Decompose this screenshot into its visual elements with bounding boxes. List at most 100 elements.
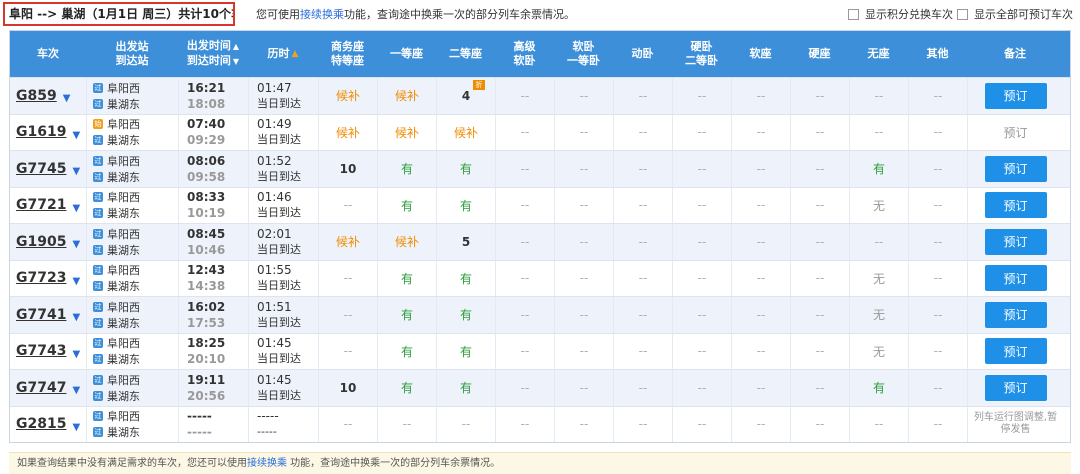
header-arr-time[interactable]: 到达时间 ▼ <box>187 54 239 69</box>
chevron-down-icon[interactable]: ▼ <box>72 276 80 287</box>
seat-cell: 有 <box>377 151 436 187</box>
show-all-option[interactable]: 显示全部可预订车次 <box>957 6 1073 22</box>
seat-availability: -- <box>697 161 707 176</box>
seat-availability[interactable]: 候补 <box>336 124 360 141</box>
seat-cell: -- <box>672 114 731 150</box>
table-row: G7741 ▼ 过阜阳西 过巢湖东 16:02 17:53 01:51 当日到达… <box>10 296 1070 333</box>
book-button[interactable]: 预订 <box>984 374 1047 401</box>
train-number-link[interactable]: G7743 <box>16 343 66 359</box>
seat-availability[interactable]: 有 <box>460 160 472 177</box>
transfer-link[interactable]: 接续换乘 <box>300 8 344 21</box>
seat-availability[interactable]: 5 <box>462 235 470 249</box>
seat-cell: 候补 <box>377 224 436 260</box>
station-cell: 过阜阳西 过巢湖东 <box>86 297 178 333</box>
seat-availability[interactable]: 10 <box>340 162 357 176</box>
seat-availability[interactable]: 有 <box>460 343 472 360</box>
seat-cell: 无 <box>849 333 908 369</box>
table-row: G1619 ▼ 始阜阳西 过巢湖东 07:40 09:29 01:49 当日到达… <box>10 113 1070 150</box>
chevron-down-icon[interactable]: ▼ <box>72 203 80 214</box>
seat-availability[interactable]: 有 <box>873 160 885 177</box>
seat-availability: -- <box>874 88 884 103</box>
seat-availability: -- <box>933 380 943 395</box>
chevron-down-icon[interactable]: ▼ <box>72 385 80 396</box>
seat-cell: 有 <box>377 370 436 406</box>
train-number-link[interactable]: G1905 <box>16 234 66 250</box>
train-number-link[interactable]: G859 <box>16 88 57 104</box>
seat-availability: -- <box>520 307 530 322</box>
to-station: 巢湖东 <box>107 316 140 330</box>
book-button[interactable]: 预订 <box>984 155 1047 182</box>
seat-availability: -- <box>520 161 530 176</box>
chevron-down-icon[interactable]: ▼ <box>72 130 80 141</box>
chevron-down-icon[interactable]: ▼ <box>63 93 71 104</box>
train-number-link[interactable]: G7747 <box>16 380 66 396</box>
seat-cell: -- <box>731 78 790 114</box>
seat-availability: -- <box>874 125 884 140</box>
seat-availability[interactable]: 候补 <box>395 87 419 104</box>
duration-value: 01:45 <box>257 372 292 387</box>
chevron-down-icon[interactable]: ▼ <box>72 422 80 433</box>
seat-availability: 无 <box>872 271 885 286</box>
seat-availability[interactable]: 有 <box>401 270 413 287</box>
seat-availability[interactable]: 有 <box>460 197 472 214</box>
seat-availability[interactable]: 10 <box>340 381 357 395</box>
seat-availability[interactable]: 有 <box>460 306 472 323</box>
chevron-down-icon[interactable]: ▼ <box>72 349 80 360</box>
seat-availability[interactable]: 4 <box>462 89 470 103</box>
seat-availability: -- <box>933 307 943 322</box>
seat-availability: -- <box>697 234 707 249</box>
train-number-link[interactable]: G7741 <box>16 307 66 323</box>
seat-availability[interactable]: 有 <box>460 379 472 396</box>
train-number-link[interactable]: G7723 <box>16 270 66 286</box>
station-cell: 过阜阳西 过巢湖东 <box>86 333 178 369</box>
seat-cell: -- <box>672 406 731 442</box>
seat-availability: -- <box>402 417 412 432</box>
book-button[interactable]: 预订 <box>984 265 1047 292</box>
header-duration[interactable]: 历时 ▲ <box>248 31 318 77</box>
chevron-down-icon[interactable]: ▼ <box>72 166 80 177</box>
seat-availability: -- <box>815 380 825 395</box>
train-number-link[interactable]: G7745 <box>16 161 66 177</box>
seat-availability[interactable]: 候补 <box>395 233 419 250</box>
train-number-link[interactable]: G7721 <box>16 197 66 213</box>
seat-availability[interactable]: 候补 <box>395 124 419 141</box>
departure-time: 16:21 <box>187 80 226 95</box>
book-button[interactable]: 预订 <box>984 82 1047 109</box>
header-station-from: 出发站 <box>115 40 149 53</box>
seat-availability: -- <box>933 271 943 286</box>
header-dep-time[interactable]: 出发时间 ▲ <box>187 39 239 54</box>
arrival-day: 当日到达 <box>257 169 301 183</box>
seat-availability[interactable]: 有 <box>401 160 413 177</box>
departure-time: 18:25 <box>187 336 226 351</box>
chevron-down-icon[interactable]: ▼ <box>72 312 80 323</box>
seat-availability: -- <box>756 307 766 322</box>
seat-availability[interactable]: 有 <box>401 379 413 396</box>
seat-availability[interactable]: 有 <box>401 306 413 323</box>
seat-availability: -- <box>933 88 943 103</box>
seat-availability[interactable]: 有 <box>873 379 885 396</box>
seat-cell: -- <box>790 406 849 442</box>
train-number-link[interactable]: G1619 <box>16 124 66 140</box>
book-button[interactable]: 预订 <box>984 192 1047 219</box>
seat-availability[interactable]: 有 <box>401 343 413 360</box>
seat-availability: -- <box>520 380 530 395</box>
header-noseat: 无座 <box>849 31 908 77</box>
seat-availability[interactable]: 有 <box>401 197 413 214</box>
show-points-option[interactable]: 显示积分兑换车次 <box>848 6 953 22</box>
seat-availability[interactable]: 候补 <box>454 124 478 141</box>
to-station: 巢湖东 <box>107 243 140 257</box>
seat-availability[interactable]: 候补 <box>336 87 360 104</box>
seat-availability[interactable]: 候补 <box>336 233 360 250</box>
show-all-checkbox[interactable] <box>957 8 968 20</box>
seat-availability[interactable]: 有 <box>460 270 472 287</box>
footer-transfer-link[interactable]: 接续换乘 <box>247 458 287 469</box>
header-second-label: 二等座 <box>449 47 482 60</box>
show-points-checkbox[interactable] <box>848 8 859 20</box>
chevron-down-icon[interactable]: ▼ <box>72 239 80 250</box>
seat-availability: -- <box>343 271 353 286</box>
book-button[interactable]: 预订 <box>984 338 1047 365</box>
book-button[interactable]: 预订 <box>984 228 1047 255</box>
train-number-link[interactable]: G2815 <box>16 416 66 432</box>
header-time[interactable]: 出发时间 ▲ 到达时间 ▼ <box>178 31 248 77</box>
book-button[interactable]: 预订 <box>984 301 1047 328</box>
